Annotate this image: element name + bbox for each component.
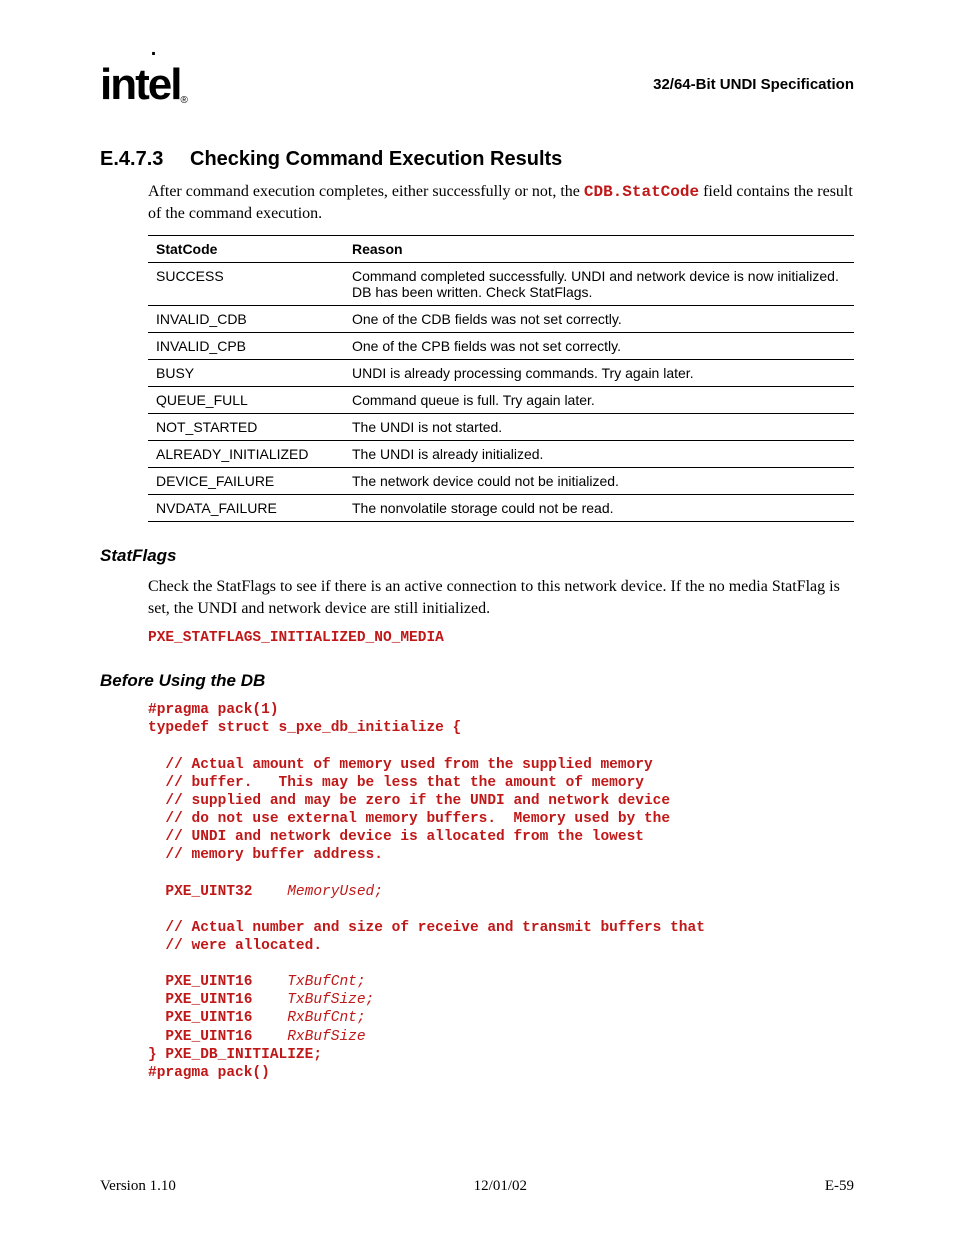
code-line: typedef struct s_pxe_db_initialize {: [148, 720, 461, 736]
cell-code: QUEUE_FULL: [148, 386, 344, 413]
cell-code: INVALID_CDB: [148, 305, 344, 332]
cell-reason: The network device could not be initiali…: [344, 467, 854, 494]
table-header-row: StatCode Reason: [148, 235, 854, 262]
cell-reason: One of the CPB fields was not set correc…: [344, 332, 854, 359]
code-comment: // do not use external memory buffers. M…: [148, 811, 670, 827]
section-intro: After command execution completes, eithe…: [148, 181, 854, 225]
footer-page: E-59: [825, 1178, 854, 1195]
page-header: inte.l® 32/64-Bit UNDI Specification: [100, 60, 854, 112]
page-footer: Version 1.10 12/01/02 E-59: [100, 1178, 854, 1195]
table-row: NVDATA_FAILUREThe nonvolatile storage co…: [148, 494, 854, 521]
table-row: SUCCESSCommand completed successfully. U…: [148, 262, 854, 305]
db-code-block: #pragma pack(1) typedef struct s_pxe_db_…: [148, 701, 854, 1082]
code-var: MemoryUsed;: [287, 884, 383, 900]
cell-reason: Command queue is full. Try again later.: [344, 386, 854, 413]
code-comment: // Actual amount of memory used from the…: [148, 757, 653, 773]
code-comment: // UNDI and network device is allocated …: [148, 829, 644, 845]
code-type: PXE_UINT16: [148, 992, 287, 1008]
cell-reason: The UNDI is already initialized.: [344, 440, 854, 467]
statflags-code: PXE_STATFLAGS_INITIALIZED_NO_MEDIA: [148, 629, 854, 647]
cell-code: INVALID_CPB: [148, 332, 344, 359]
col-reason: Reason: [344, 235, 854, 262]
code-comment: // buffer. This may be less that the amo…: [148, 775, 644, 791]
cell-reason: UNDI is already processing commands. Try…: [344, 359, 854, 386]
cell-code: SUCCESS: [148, 262, 344, 305]
page: inte.l® 32/64-Bit UNDI Specification E.4…: [0, 0, 954, 1235]
cell-code: NOT_STARTED: [148, 413, 344, 440]
code-comment: // memory buffer address.: [148, 847, 383, 863]
statflags-heading: StatFlags: [100, 546, 854, 566]
statflags-text: Check the StatFlags to see if there is a…: [148, 576, 854, 619]
footer-version: Version 1.10: [100, 1178, 176, 1195]
code-line: #pragma pack(1): [148, 702, 279, 718]
footer-date: 12/01/02: [474, 1178, 527, 1195]
section-heading: E.4.7.3Checking Command Execution Result…: [100, 148, 854, 171]
cell-reason: Command completed successfully. UNDI and…: [344, 262, 854, 305]
table-row: DEVICE_FAILUREThe network device could n…: [148, 467, 854, 494]
section-title: Checking Command Execution Results: [190, 148, 562, 170]
table-row: ALREADY_INITIALIZEDThe UNDI is already i…: [148, 440, 854, 467]
doc-title: 32/64-Bit UNDI Specification: [653, 76, 854, 93]
intel-logo: inte.l®: [100, 60, 186, 112]
table-row: INVALID_CDBOne of the CDB fields was not…: [148, 305, 854, 332]
cell-reason: The nonvolatile storage could not be rea…: [344, 494, 854, 521]
section-number: E.4.7.3: [100, 148, 190, 171]
code-var: TxBufCnt;: [287, 974, 365, 990]
code-type: PXE_UINT32: [148, 884, 287, 900]
code-comment: // supplied and may be zero if the UNDI …: [148, 793, 670, 809]
table-row: NOT_STARTEDThe UNDI is not started.: [148, 413, 854, 440]
code-type: PXE_UINT16: [148, 1029, 287, 1045]
statcode-table: StatCode Reason SUCCESSCommand completed…: [148, 235, 854, 522]
intro-code: CDB.StatCode: [584, 183, 699, 201]
cell-code: NVDATA_FAILURE: [148, 494, 344, 521]
col-statcode: StatCode: [148, 235, 344, 262]
table-row: BUSYUNDI is already processing commands.…: [148, 359, 854, 386]
intro-text-a: After command execution completes, eithe…: [148, 183, 584, 200]
cell-code: DEVICE_FAILURE: [148, 467, 344, 494]
cell-code: ALREADY_INITIALIZED: [148, 440, 344, 467]
code-line: #pragma pack(): [148, 1065, 270, 1081]
code-comment: // were allocated.: [148, 938, 322, 954]
code-var: RxBufSize: [287, 1029, 365, 1045]
cell-reason: One of the CDB fields was not set correc…: [344, 305, 854, 332]
table-row: QUEUE_FULLCommand queue is full. Try aga…: [148, 386, 854, 413]
table-row: INVALID_CPBOne of the CPB fields was not…: [148, 332, 854, 359]
code-line: } PXE_DB_INITIALIZE;: [148, 1047, 322, 1063]
code-type: PXE_UINT16: [148, 974, 287, 990]
db-heading: Before Using the DB: [100, 671, 854, 691]
code-var: RxBufCnt;: [287, 1010, 365, 1026]
code-type: PXE_UINT16: [148, 1010, 287, 1026]
cell-code: BUSY: [148, 359, 344, 386]
code-comment: // Actual number and size of receive and…: [148, 920, 705, 936]
cell-reason: The UNDI is not started.: [344, 413, 854, 440]
code-var: TxBufSize;: [287, 992, 374, 1008]
